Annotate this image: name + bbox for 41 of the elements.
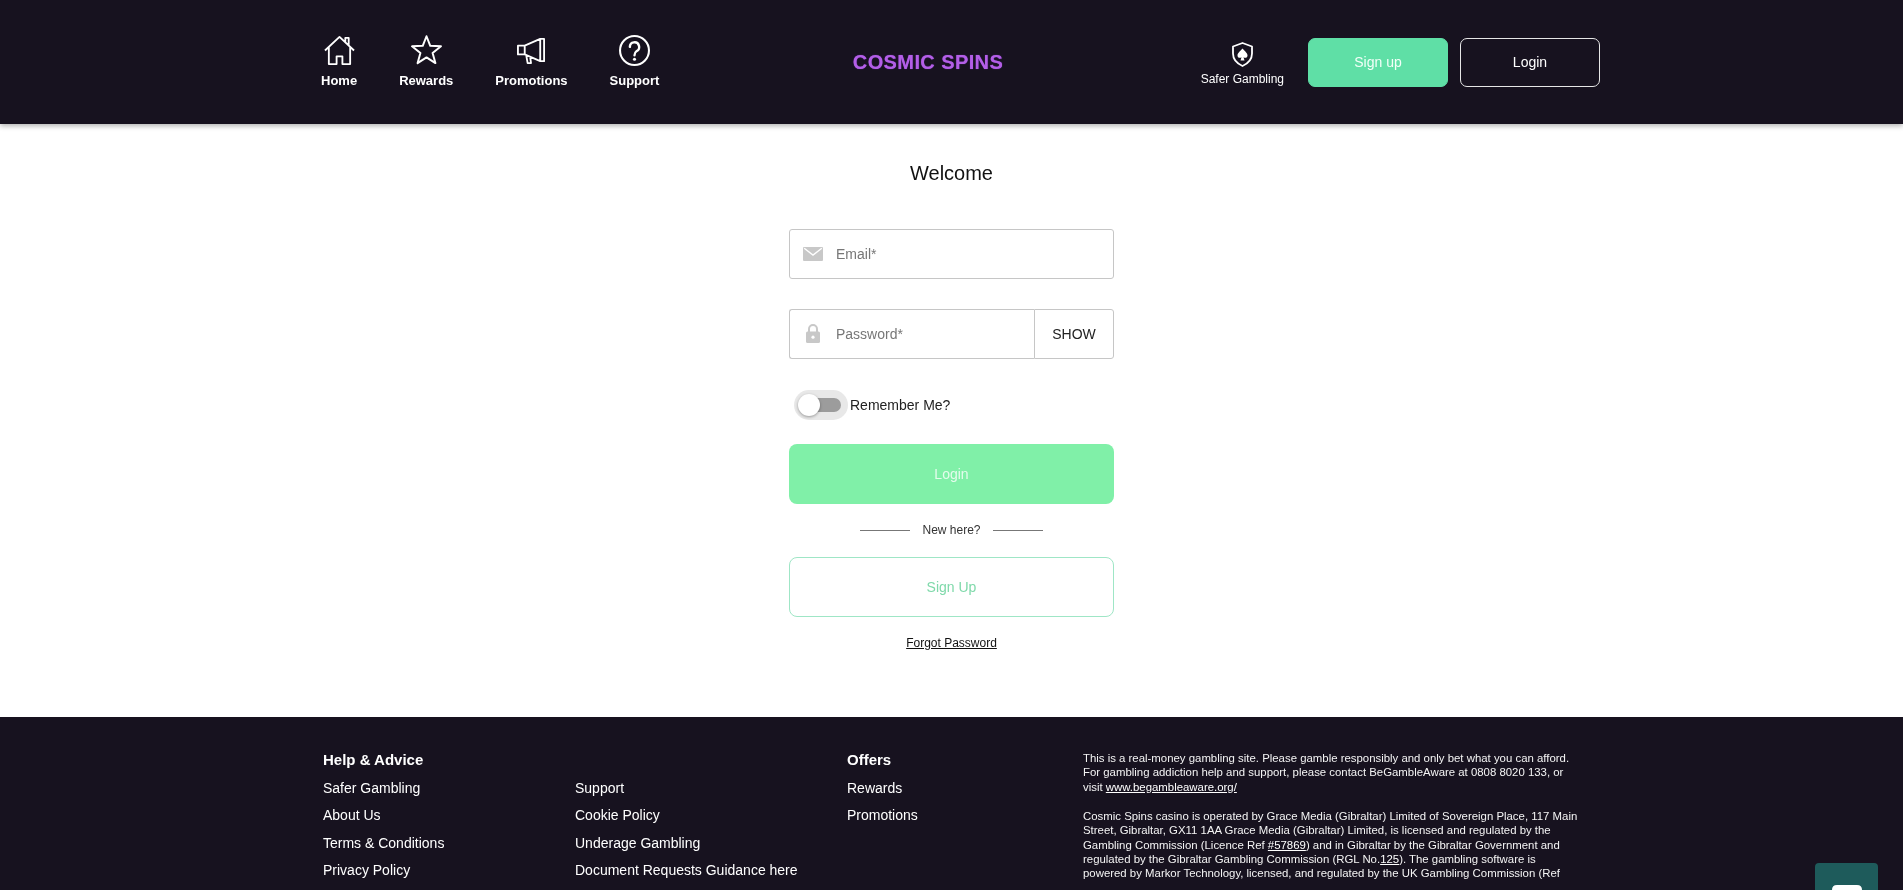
show-password-button[interactable]: SHOW (1034, 309, 1114, 359)
safer-gambling-link[interactable]: Safer Gambling (1200, 37, 1284, 87)
remember-me-label: Remember Me? (850, 397, 951, 413)
legal-link[interactable]: #57869 (1267, 838, 1306, 851)
footer-heading: Offers (847, 750, 892, 770)
envelope-icon (803, 247, 823, 261)
nav-link[interactable]: Promotions (495, 35, 568, 89)
nav-link[interactable]: Support (609, 35, 660, 89)
footer-link[interactable]: Support (575, 777, 625, 798)
welcome-title: Welcome (910, 161, 993, 185)
footer-link[interactable]: Terms & Conditions (323, 832, 445, 853)
legal-link[interactable]: 125 (1380, 852, 1400, 865)
legal-link[interactable]: www.begambleaware.org/ (1105, 780, 1237, 793)
megaphone-icon (515, 35, 547, 66)
footer-link[interactable]: Privacy Policy (323, 860, 411, 880)
footer-link[interactable]: Underage Gambling (575, 832, 701, 853)
footer-heading: Help & Advice (323, 750, 424, 770)
footer-link[interactable]: Safer Gambling (323, 777, 421, 798)
footer-link[interactable]: Promotions (847, 805, 918, 825)
disclaimer-text: This is a real-money gambling site. Please gamble responsibly and only bet what you can afford. For gambling addiction help and support, please contact BeGambleAware at 0808 8020 133, or visit www.begambleaware.org/ (1083, 751, 1571, 795)
star-icon (410, 35, 442, 66)
shield-spade-icon (1231, 41, 1253, 67)
logo[interactable]: COSMIC SPINS (852, 50, 1004, 74)
disclaimer-text: Cosmic Spins casino is operated by Grace Media (Gibraltar) Limited of Sovereign Place, 117 Main Street, Gibraltar, GX11 1AA Grace Media (Gibraltar) Limited, is licensed and regulated by the Gambling Commission (Licence Ref #57869) and in Gibraltar by the Gibraltar Government and regulated by the Gibraltar Gambling Commission (RGL No.125). The gambling software is powered by Markor Technology, licensed, and regulated by the UK Gambling Commission (Ref (1083, 808, 1579, 881)
lock-icon (805, 323, 821, 343)
footer-link[interactable]: Cookie Policy (575, 805, 660, 825)
home-icon (323, 35, 355, 66)
new-here-text: New here? (922, 522, 981, 538)
chat-button[interactable] (1815, 863, 1878, 890)
chat-bubble-icon (1831, 885, 1862, 890)
login-button[interactable]: Login (1460, 37, 1600, 87)
remember-me-toggle[interactable] (794, 390, 848, 420)
nav-link[interactable]: Rewards (399, 35, 454, 89)
email-field[interactable]: Email* (789, 229, 1114, 279)
password-field[interactable]: Password* (789, 309, 1034, 359)
footer-link[interactable]: About Us (323, 805, 381, 825)
help-icon (618, 35, 650, 66)
footer-link[interactable]: Document Requests Guidance here (575, 860, 798, 880)
footer-link[interactable]: Rewards (847, 777, 903, 798)
nav-link[interactable]: Home (321, 35, 358, 89)
forgot-password-link[interactable]: Forgot Password (906, 635, 997, 651)
